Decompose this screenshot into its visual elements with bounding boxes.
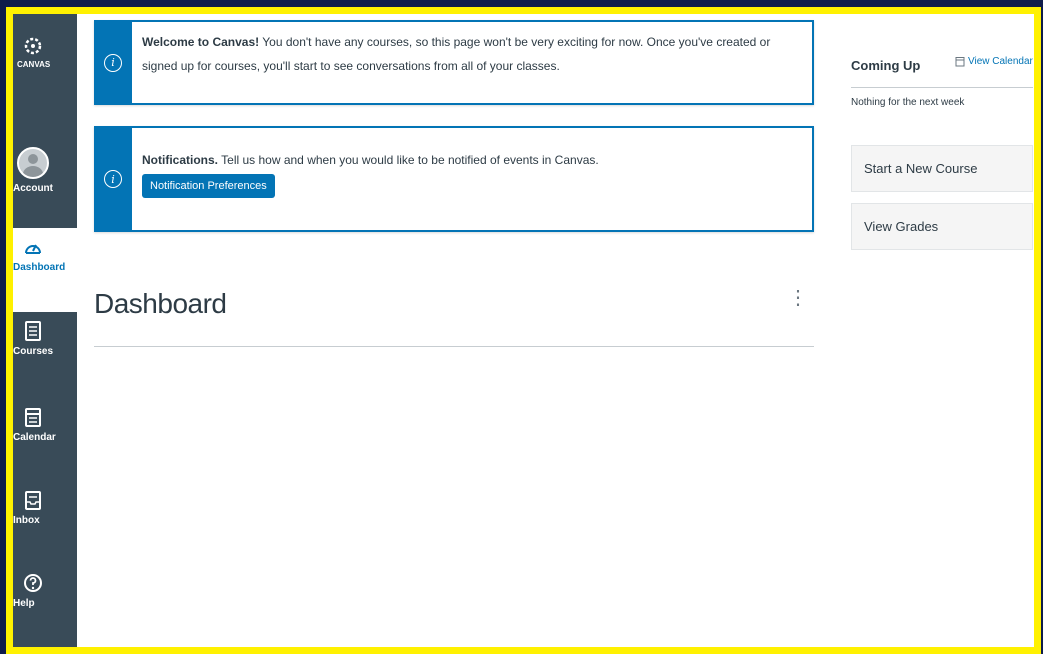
nav-item-courses[interactable]: Courses [13,320,77,357]
dashboard-icon [25,244,41,254]
calendar-small-icon [955,57,965,67]
notification-preferences-button[interactable]: Notification Preferences [142,174,275,198]
nav-item-help[interactable]: Help [13,572,77,609]
welcome-alert-bar: i [94,20,132,105]
info-icon: i [104,170,122,188]
nav-item-account-label: Account [13,183,53,194]
welcome-alert-title: Welcome to Canvas! [142,35,260,49]
notifications-alert-body: Tell us how and when you would like to b… [221,153,599,167]
welcome-alert-text: Welcome to Canvas! You don't have any co… [142,22,812,86]
inbox-icon [25,491,41,510]
title-divider [94,346,814,347]
welcome-alert: i Welcome to Canvas! You don't have any … [94,20,814,105]
nav-item-help-label: Help [13,598,35,609]
nav-item-calendar[interactable]: Calendar [13,406,77,443]
avatar [17,147,49,179]
app-frame: CANVAS Account Dashboard Courses Calenda… [6,7,1041,654]
canvas-logo[interactable]: CANVAS [13,36,77,69]
nav-item-calendar-label: Calendar [13,432,56,443]
courses-icon [25,321,41,341]
global-navigation: CANVAS Account Dashboard Courses Calenda… [13,14,77,647]
notifications-alert: i Notifications. Tell us how and when yo… [94,126,814,232]
nav-item-inbox[interactable]: Inbox [13,489,77,526]
info-icon: i [104,53,122,72]
canvas-logo-icon [24,37,42,55]
dashboard-options-menu-icon[interactable]: ⋮ [788,288,808,308]
coming-up-divider [851,87,1033,88]
start-new-course-button[interactable]: Start a New Course [851,145,1033,192]
view-calendar-link[interactable]: View Calendar [955,56,1033,67]
nav-item-inbox-label: Inbox [13,515,40,526]
notifications-alert-bar: i [94,126,132,232]
notifications-alert-title: Notifications. [142,153,219,167]
coming-up-empty-text: Nothing for the next week [851,97,965,108]
canvas-logo-label: CANVAS [17,60,51,69]
help-icon [24,574,42,592]
view-calendar-label: View Calendar [968,56,1033,67]
notifications-alert-text: Notifications. Tell us how and when you … [142,128,812,206]
coming-up-heading: Coming Up [851,58,921,73]
page-title: Dashboard [94,288,227,319]
nav-item-account[interactable]: Account [13,147,77,194]
nav-item-dashboard[interactable]: Dashboard [13,228,77,312]
view-grades-button[interactable]: View Grades [851,203,1033,250]
nav-item-courses-label: Courses [13,346,54,357]
nav-item-dashboard-label: Dashboard [13,262,66,273]
calendar-icon [25,408,41,427]
